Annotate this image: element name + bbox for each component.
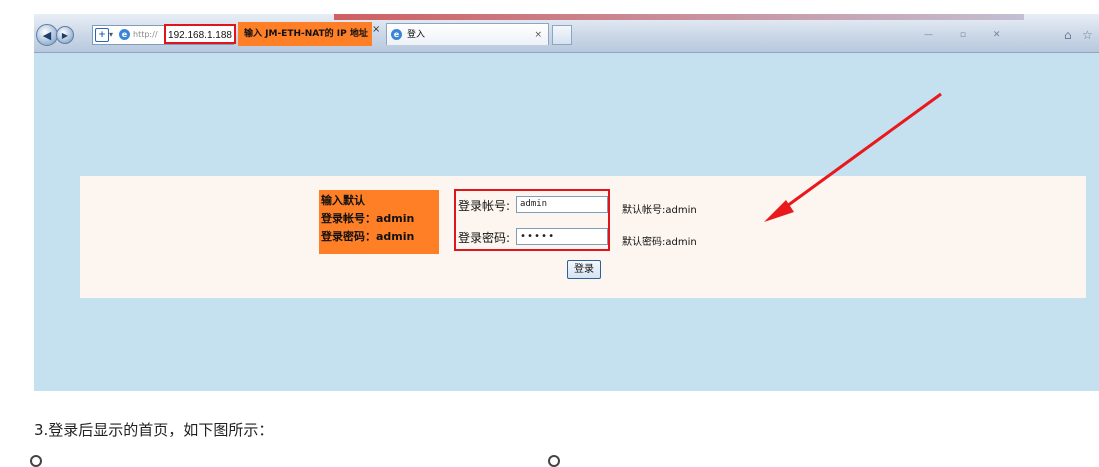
username-label: 登录帐号: bbox=[458, 199, 511, 213]
login-button[interactable]: 登录 bbox=[567, 260, 601, 279]
bottom-circle-right bbox=[548, 455, 560, 467]
address-ip-highlight: 192.168.1.188 bbox=[164, 24, 236, 44]
tab-close-icon[interactable]: × bbox=[534, 24, 542, 46]
browser-toolbar: ◀ ▶ + ▾ e http:// 192.168.1.188 输入 JM-ET… bbox=[34, 14, 1099, 53]
screenshot-frame: ◀ ▶ + ▾ e http:// 192.168.1.188 输入 JM-ET… bbox=[34, 14, 1099, 391]
tab-title: 登入 bbox=[407, 30, 426, 40]
password-label: 登录密码: bbox=[458, 231, 511, 245]
username-input[interactable]: admin bbox=[516, 196, 608, 213]
ip-annotation-label: 输入 JM-ETH-NAT的 IP 地址 bbox=[238, 22, 372, 46]
bottom-circle-left bbox=[30, 455, 42, 467]
forward-arrow-icon: ▶ bbox=[61, 30, 69, 40]
security-icon: + bbox=[95, 28, 109, 42]
dropdown-icon[interactable]: ▾ bbox=[109, 26, 113, 44]
default-password-hint: 默认密码:admin bbox=[622, 237, 697, 248]
home-icon[interactable]: ⌂ bbox=[1064, 28, 1072, 42]
password-input[interactable]: ••••• bbox=[516, 228, 608, 245]
window-controls[interactable]: — ▫ ✕ bbox=[924, 30, 1014, 40]
favorites-icon[interactable]: ☆ bbox=[1082, 28, 1093, 42]
tab-login[interactable]: e 登入 × bbox=[386, 23, 549, 45]
close-icon[interactable]: × bbox=[372, 24, 380, 35]
step-caption: 3.登录后显示的首页，如下图所示： bbox=[34, 421, 274, 439]
back-button[interactable]: ◀ bbox=[36, 24, 58, 46]
ie-icon: e bbox=[119, 29, 130, 40]
title-bar-strip bbox=[334, 14, 1024, 20]
default-credentials-annotation: 输入默认 登录帐号：admin 登录密码：admin bbox=[319, 190, 439, 254]
forward-button[interactable]: ▶ bbox=[56, 26, 74, 44]
back-arrow-icon: ◀ bbox=[42, 28, 52, 42]
new-tab-button[interactable] bbox=[552, 25, 572, 45]
annotation-line: 登录帐号：admin bbox=[321, 212, 415, 225]
ie-icon: e bbox=[391, 29, 402, 40]
default-username-hint: 默认帐号:admin bbox=[622, 205, 697, 216]
login-panel: 输入默认 登录帐号：admin 登录密码：admin 登录帐号: admin 登… bbox=[80, 176, 1086, 298]
address-protocol: http:// bbox=[133, 30, 158, 39]
annotation-line: 输入默认 bbox=[321, 194, 365, 207]
annotation-line: 登录密码：admin bbox=[321, 230, 415, 243]
